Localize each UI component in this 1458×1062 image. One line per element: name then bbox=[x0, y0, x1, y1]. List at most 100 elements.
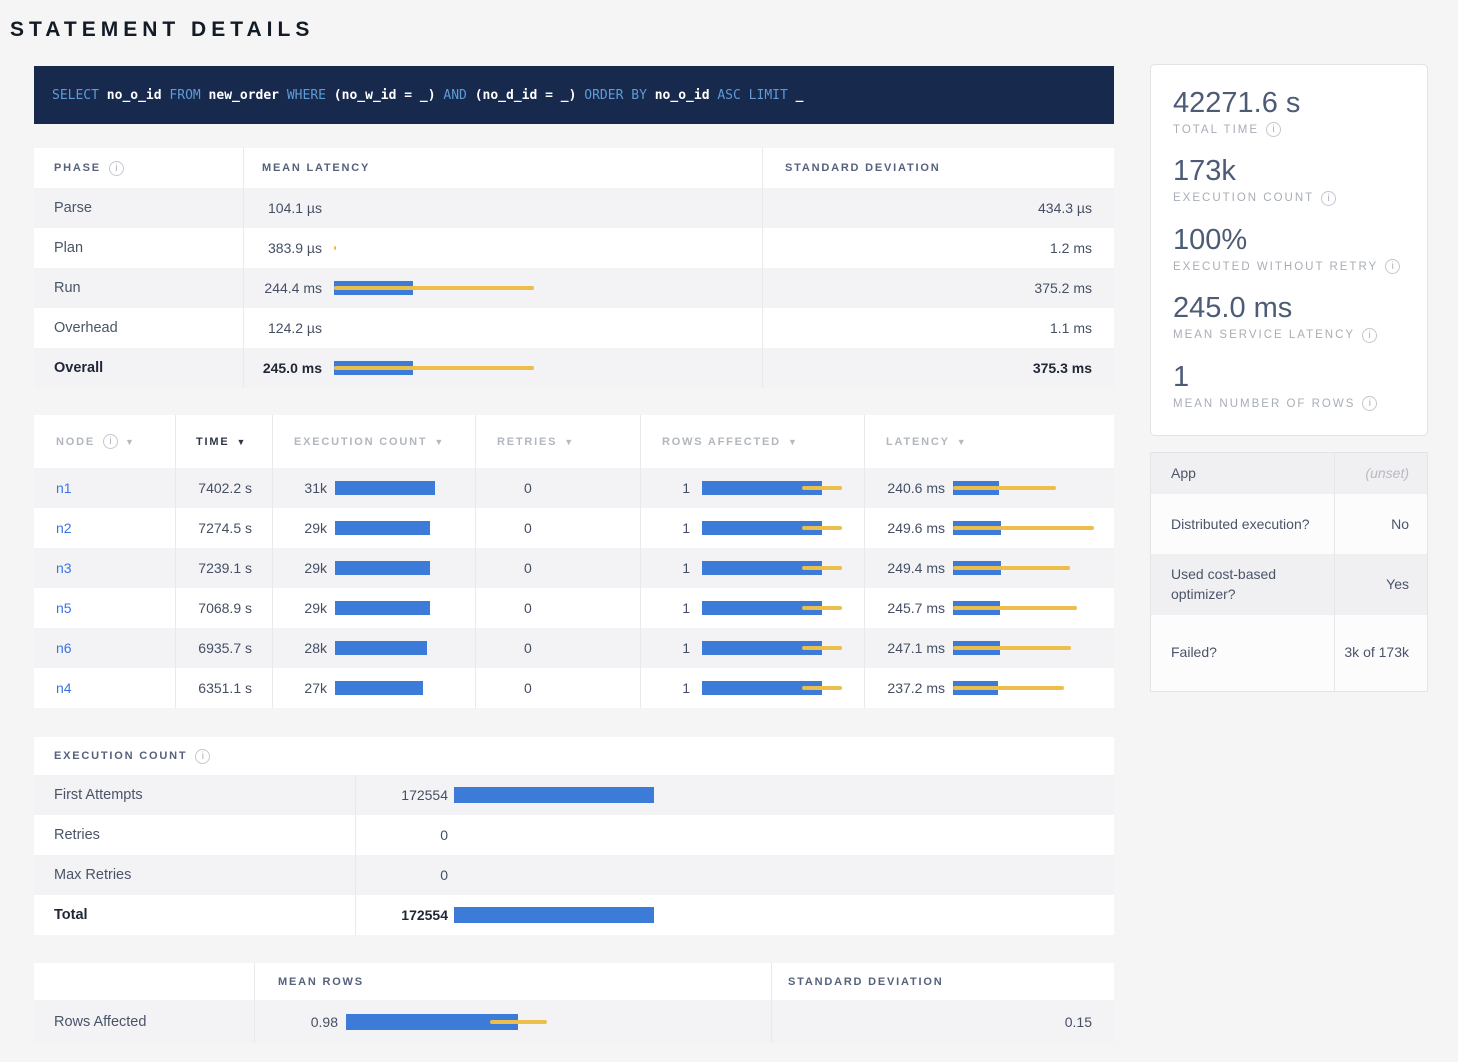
table-row: Run 244.4 ms 375.2 ms bbox=[34, 268, 1114, 308]
stat-value: 1 bbox=[1173, 361, 1417, 393]
latency-value: 245.7 ms bbox=[873, 600, 945, 616]
standard-deviation-column-header: STANDARD DEVIATION bbox=[771, 963, 1114, 1000]
latency-bar bbox=[334, 281, 748, 295]
latency-value: 249.4 ms bbox=[873, 560, 945, 576]
time-value: 6935.7 s bbox=[198, 640, 252, 656]
table-row: First Attempts 172554 bbox=[34, 775, 1114, 815]
info-icon[interactable]: i bbox=[195, 749, 210, 764]
phase-latency-table: PHASE i MEAN LATENCY STANDARD DEVIATION … bbox=[34, 148, 1114, 388]
phase-label: Parse bbox=[54, 200, 92, 216]
attribute-label: Failed? bbox=[1151, 615, 1334, 691]
node-link[interactable]: n1 bbox=[56, 480, 72, 496]
latency-bar bbox=[334, 321, 748, 335]
table-row: Max Retries 0 bbox=[34, 855, 1114, 895]
row-label: Max Retries bbox=[54, 867, 131, 883]
info-icon[interactable]: i bbox=[1362, 396, 1377, 411]
table-row: n6 6935.7 s 28k 0 1 247.1 ms bbox=[34, 628, 1114, 668]
std-dev-value: 0.15 bbox=[1065, 1014, 1092, 1030]
count-value: 172554 bbox=[360, 787, 448, 803]
info-icon[interactable]: i bbox=[1362, 328, 1377, 343]
time-value: 7068.9 s bbox=[198, 600, 252, 616]
table-row-total: Total 172554 bbox=[34, 895, 1114, 935]
mean-rows-bar bbox=[346, 1014, 757, 1030]
attribute-row-app: App (unset) bbox=[1151, 453, 1427, 494]
count-value: 0 bbox=[360, 867, 448, 883]
stat-execution-count: 173k EXECUTION COUNTi bbox=[1173, 155, 1417, 205]
attribute-row-failed: Failed? 3k of 173k bbox=[1151, 615, 1427, 691]
execution-count-bar bbox=[335, 521, 463, 535]
info-icon[interactable]: i bbox=[1321, 191, 1336, 206]
rows-affected-value: 1 bbox=[645, 680, 690, 696]
stat-label: TOTAL TIME bbox=[1173, 124, 1259, 136]
latency-column-header[interactable]: LATENCY ▼ bbox=[864, 415, 1114, 468]
execution-count-column-header[interactable]: EXECUTION COUNT ▼ bbox=[272, 415, 475, 468]
phase-label: Overhead bbox=[54, 320, 118, 336]
node-link[interactable]: n3 bbox=[56, 560, 72, 576]
info-icon[interactable]: i bbox=[103, 434, 118, 449]
std-dev-value: 1.2 ms bbox=[1050, 240, 1092, 256]
stat-label: EXECUTED WITHOUT RETRY bbox=[1173, 261, 1378, 273]
statement-details-page: STATEMENT DETAILS SELECT no_o_id FROM ne… bbox=[0, 0, 1458, 1062]
latency-bar bbox=[953, 641, 1100, 655]
time-column-header[interactable]: TIME ▼ bbox=[175, 415, 272, 468]
rows-affected-value: 1 bbox=[645, 520, 690, 536]
execution-count-bar bbox=[335, 601, 463, 615]
node-link[interactable]: n5 bbox=[56, 600, 72, 616]
row-label: First Attempts bbox=[54, 787, 143, 803]
execution-count-bar bbox=[335, 481, 463, 495]
retries-value: 0 bbox=[524, 560, 532, 576]
rows-affected-column-header[interactable]: ROWS AFFECTED ▼ bbox=[640, 415, 864, 468]
stat-label: MEAN NUMBER OF ROWS bbox=[1173, 398, 1355, 410]
mean-latency-value: 383.9 µs bbox=[252, 240, 322, 256]
table-row: n1 7402.2 s 31k 0 1 240.6 ms bbox=[34, 468, 1114, 508]
time-value: 6351.1 s bbox=[198, 680, 252, 696]
rows-affected-value: 1 bbox=[645, 560, 690, 576]
execution-count-value: 29k bbox=[277, 600, 327, 616]
sort-arrow-icon: ▼ bbox=[236, 437, 247, 447]
node-link[interactable]: n4 bbox=[56, 680, 72, 696]
attribute-value: No bbox=[1334, 494, 1427, 554]
node-table-body: n1 7402.2 s 31k 0 1 240.6 ms n2 7274.5 s… bbox=[34, 468, 1114, 708]
latency-value: 247.1 ms bbox=[873, 640, 945, 656]
stat-value: 173k bbox=[1173, 155, 1417, 187]
retries-value: 0 bbox=[524, 600, 532, 616]
retries-value: 0 bbox=[524, 680, 532, 696]
stat-mean-service-latency: 245.0 ms MEAN SERVICE LATENCYi bbox=[1173, 292, 1417, 342]
row-label: Total bbox=[54, 907, 88, 923]
execution-count-bar bbox=[335, 681, 463, 695]
latency-bar bbox=[334, 201, 748, 215]
execution-count-value: 28k bbox=[277, 640, 327, 656]
summary-stats-card: 42271.6 s TOTAL TIMEi 173k EXECUTION COU… bbox=[1150, 64, 1428, 436]
table-row: Parse 104.1 µs 434.3 µs bbox=[34, 188, 1114, 228]
attribute-label: Used cost-based optimizer? bbox=[1151, 554, 1334, 615]
count-bar bbox=[454, 827, 1100, 843]
attribute-value: (unset) bbox=[1334, 453, 1427, 494]
table-row: n4 6351.1 s 27k 0 1 237.2 ms bbox=[34, 668, 1114, 708]
node-link[interactable]: n6 bbox=[56, 640, 72, 656]
execution-count-table-header: EXECUTION COUNT i bbox=[34, 737, 1114, 775]
sort-arrow-icon: ▼ bbox=[564, 437, 575, 447]
node-column-header[interactable]: NODE i ▼ bbox=[34, 415, 175, 468]
std-dev-value: 1.1 ms bbox=[1050, 320, 1092, 336]
info-icon[interactable]: i bbox=[1385, 259, 1400, 274]
phase-column-header: PHASE i bbox=[34, 148, 243, 188]
node-link[interactable]: n2 bbox=[56, 520, 72, 536]
info-icon[interactable]: i bbox=[1266, 122, 1281, 137]
mean-rows-column-header: MEAN ROWS bbox=[254, 963, 771, 1000]
sql-statement: SELECT no_o_id FROM new_order WHERE (no_… bbox=[52, 88, 803, 103]
retries-column-header[interactable]: RETRIES ▼ bbox=[475, 415, 640, 468]
stat-total-time: 42271.6 s TOTAL TIMEi bbox=[1173, 87, 1417, 137]
execution-count-table: EXECUTION COUNT i First Attempts 172554 … bbox=[34, 737, 1114, 935]
execution-count-bar bbox=[335, 641, 463, 655]
info-icon[interactable]: i bbox=[109, 161, 124, 176]
mean-latency-column-header: MEAN LATENCY bbox=[243, 148, 762, 188]
table-row: Plan 383.9 µs 1.2 ms bbox=[34, 228, 1114, 268]
table-row: Retries 0 bbox=[34, 815, 1114, 855]
table-row-overall: Overall 245.0 ms 375.3 ms bbox=[34, 348, 1114, 388]
attribute-label: Distributed execution? bbox=[1151, 494, 1334, 554]
execution-count-value: 29k bbox=[277, 520, 327, 536]
rows-affected-value: 1 bbox=[645, 480, 690, 496]
rows-affected-table-header: MEAN ROWS STANDARD DEVIATION bbox=[34, 963, 1114, 1000]
latency-bar bbox=[953, 561, 1100, 575]
stat-value: 245.0 ms bbox=[1173, 292, 1417, 324]
